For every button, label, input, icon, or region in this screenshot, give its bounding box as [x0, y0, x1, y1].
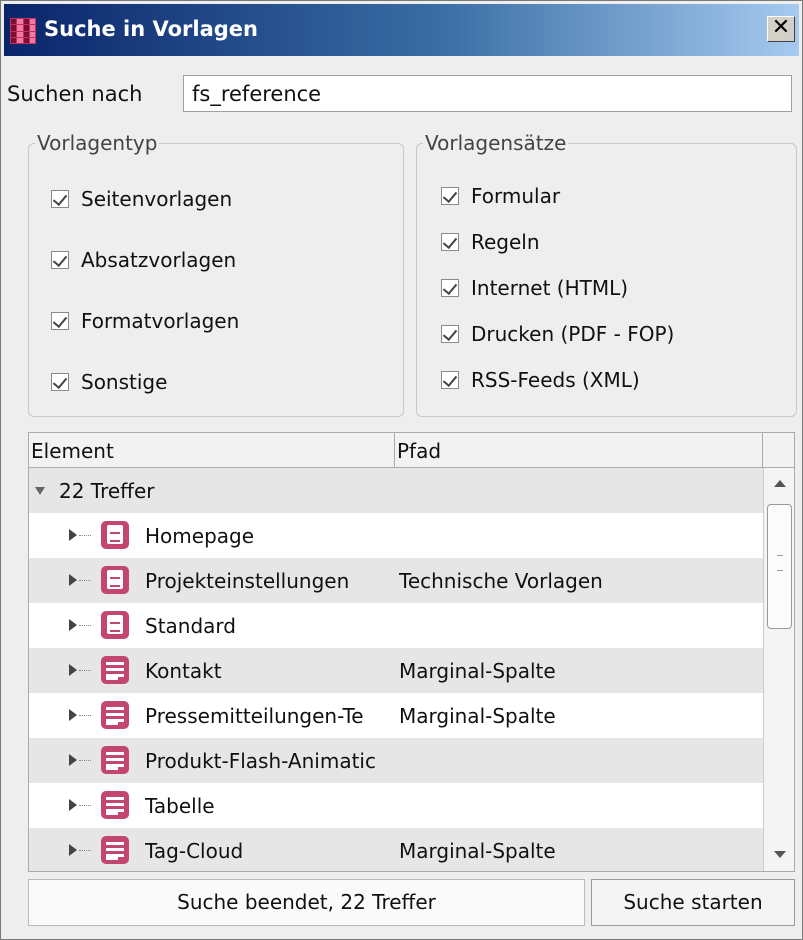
page-template-icon: [101, 521, 129, 549]
checkbox-row-seitenvorlagen[interactable]: Seitenvorlagen: [51, 187, 232, 211]
table-row[interactable]: Pressemitteilungen-Te Marginal-Spalte: [29, 693, 763, 738]
table-row[interactable]: Standard: [29, 603, 763, 648]
dialog-title: Suche in Vorlagen: [44, 17, 258, 41]
checkbox-checked-icon[interactable]: [441, 325, 459, 343]
collapse-triangle-icon[interactable]: [35, 487, 45, 495]
table-row[interactable]: Tag-Cloud Marginal-Spalte: [29, 828, 763, 871]
status-field: Suche beendet, 22 Treffer: [28, 879, 585, 926]
template-type-title: Vorlagentyp: [35, 131, 160, 155]
section-template-icon: [101, 656, 129, 684]
checkbox-label: Sonstige: [81, 370, 168, 394]
element-name: Projekteinstellungen: [145, 569, 350, 593]
element-name: Pressemitteilungen-Te: [145, 704, 364, 728]
checkbox-checked-icon[interactable]: [51, 312, 69, 330]
checkbox-checked-icon[interactable]: [51, 190, 69, 208]
element-path: Marginal-Spalte: [399, 704, 556, 728]
element-path: Marginal-Spalte: [399, 659, 556, 683]
checkbox-row-rss-feeds[interactable]: RSS-Feeds (XML): [441, 368, 640, 392]
expand-triangle-icon[interactable]: [69, 799, 77, 811]
checkbox-label: Formular: [471, 184, 561, 208]
result-group-label: 22 Treffer: [59, 479, 155, 503]
page-template-icon: [101, 611, 129, 639]
checkbox-label: Regeln: [471, 230, 540, 254]
checkbox-label: Seitenvorlagen: [81, 187, 233, 211]
section-template-icon: [101, 746, 129, 774]
column-header-element[interactable]: Element: [29, 433, 395, 468]
table-row[interactable]: Produkt-Flash-Animatic: [29, 738, 763, 783]
section-template-icon: [101, 836, 129, 864]
scroll-down-arrow-icon[interactable]: [764, 839, 794, 871]
expand-triangle-icon[interactable]: [69, 574, 77, 586]
checkbox-row-regeln[interactable]: Regeln: [441, 230, 540, 254]
vertical-scrollbar[interactable]: [763, 468, 794, 871]
section-template-icon: [101, 791, 129, 819]
results-table: Element Pfad 22 Treffer Homepage Projekt…: [28, 432, 795, 872]
element-name: Standard: [145, 614, 236, 638]
checkbox-label: Formatvorlagen: [81, 309, 240, 333]
search-label: Suchen nach: [7, 82, 143, 106]
template-sets-group: Vorlagensätze Formular Regeln Internet (…: [416, 131, 797, 417]
element-name: Tag-Cloud: [145, 839, 244, 863]
expand-triangle-icon[interactable]: [69, 844, 77, 856]
expand-triangle-icon[interactable]: [69, 754, 77, 766]
element-name: Kontakt: [145, 659, 222, 683]
checkbox-checked-icon[interactable]: [441, 233, 459, 251]
template-sets-title: Vorlagensätze: [423, 131, 569, 155]
checkbox-row-formatvorlagen[interactable]: Formatvorlagen: [51, 309, 239, 333]
start-search-button[interactable]: Suche starten: [591, 879, 795, 926]
search-templates-dialog: Suche in Vorlagen ✕ Suchen nach Vorlagen…: [0, 0, 803, 940]
checkbox-checked-icon[interactable]: [51, 251, 69, 269]
section-template-icon: [101, 701, 129, 729]
element-name: Produkt-Flash-Animatic: [145, 749, 376, 773]
checkbox-label: Internet (HTML): [471, 276, 629, 300]
table-row[interactable]: Homepage: [29, 513, 763, 558]
element-name: Tabelle: [145, 794, 215, 818]
page-template-icon: [101, 566, 129, 594]
checkbox-row-sonstige[interactable]: Sonstige: [51, 370, 167, 394]
expand-triangle-icon[interactable]: [69, 664, 77, 676]
table-row[interactable]: Projekteinstellungen Technische Vorlagen: [29, 558, 763, 603]
checkbox-checked-icon[interactable]: [441, 279, 459, 297]
checkbox-row-drucken[interactable]: Drucken (PDF - FOP): [441, 322, 674, 346]
element-path: Technische Vorlagen: [399, 569, 603, 593]
template-type-group: Vorlagentyp Seitenvorlagen Absatzvorlage…: [28, 131, 404, 417]
column-header-path[interactable]: Pfad: [395, 433, 763, 468]
close-button[interactable]: ✕: [767, 16, 795, 42]
results-rows: 22 Treffer Homepage Projekteinstellungen…: [29, 468, 763, 871]
app-icon: [10, 18, 36, 44]
expand-triangle-icon[interactable]: [69, 709, 77, 721]
checkbox-row-absatzvorlagen[interactable]: Absatzvorlagen: [51, 248, 236, 272]
checkbox-label: Absatzvorlagen: [81, 248, 237, 272]
checkbox-checked-icon[interactable]: [51, 373, 69, 391]
title-bar[interactable]: Suche in Vorlagen ✕: [4, 4, 799, 56]
expand-triangle-icon[interactable]: [69, 619, 77, 631]
checkbox-label: Drucken (PDF - FOP): [471, 322, 675, 346]
scroll-up-arrow-icon[interactable]: [764, 468, 794, 500]
scrollbar-thumb[interactable]: [767, 504, 792, 629]
table-row[interactable]: Tabelle: [29, 783, 763, 828]
element-name: Homepage: [145, 524, 255, 548]
result-group-row[interactable]: 22 Treffer: [29, 468, 763, 513]
table-row[interactable]: Kontakt Marginal-Spalte: [29, 648, 763, 693]
checkbox-label: RSS-Feeds (XML): [471, 368, 640, 392]
checkbox-checked-icon[interactable]: [441, 187, 459, 205]
element-path: Marginal-Spalte: [399, 839, 556, 863]
checkbox-row-internet-html[interactable]: Internet (HTML): [441, 276, 628, 300]
checkbox-row-formular[interactable]: Formular: [441, 184, 560, 208]
expand-triangle-icon[interactable]: [69, 529, 77, 541]
checkbox-checked-icon[interactable]: [441, 371, 459, 389]
search-input[interactable]: [183, 75, 792, 112]
column-header-spacer: [763, 433, 794, 468]
